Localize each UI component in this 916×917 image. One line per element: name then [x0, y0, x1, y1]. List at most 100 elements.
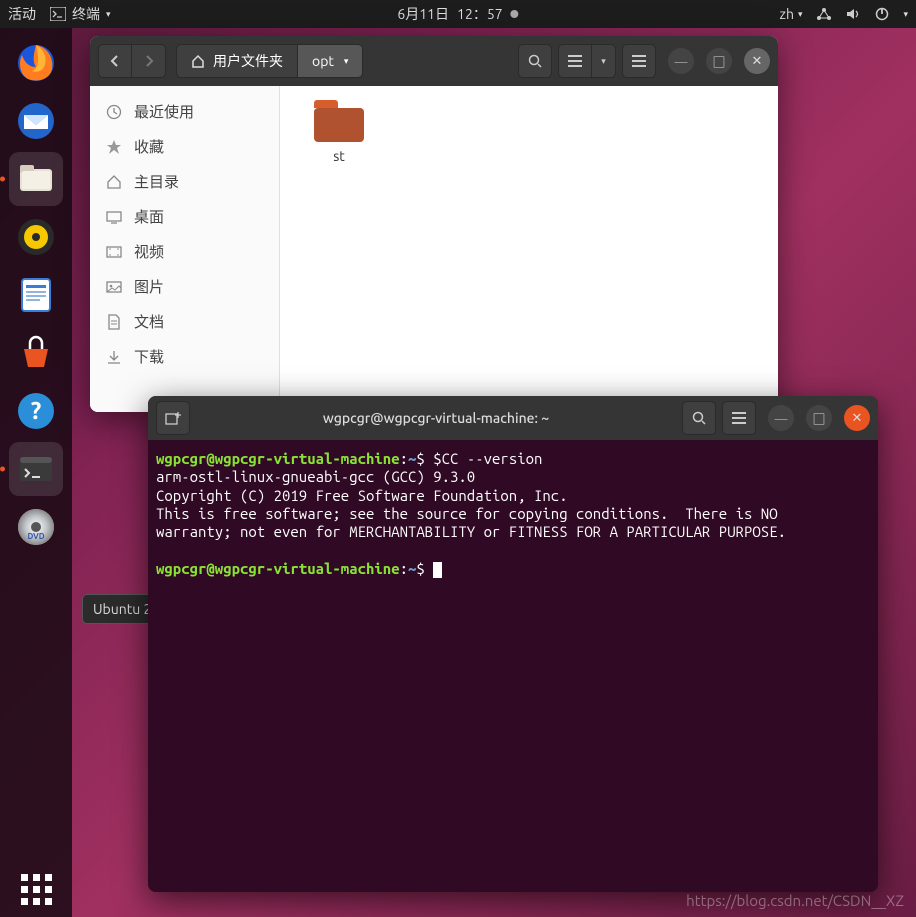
view-list-button[interactable]	[558, 44, 592, 78]
topbar-time[interactable]: 12：57	[457, 4, 503, 24]
files-headerbar: 用户文件夹 opt ▾ ▾ ─ □ ✕	[90, 36, 778, 86]
sidebar-starred[interactable]: 收藏	[90, 129, 279, 164]
prompt-user: wgpcgr@wgpcgr-virtual-machine	[156, 450, 400, 467]
search-icon	[528, 54, 542, 68]
sidebar-item-label: 最近使用	[134, 101, 194, 122]
terminal-minimize-button[interactable]: ─	[768, 405, 794, 431]
sidebar-recent[interactable]: 最近使用	[90, 94, 279, 129]
files-content-area[interactable]: st	[280, 86, 778, 412]
input-source[interactable]: zh ▾	[780, 6, 803, 22]
folder-icon	[314, 100, 364, 142]
dock-firefox[interactable]	[9, 36, 63, 90]
files-search-button[interactable]	[518, 44, 552, 78]
prompt-sym: $	[416, 450, 424, 467]
app-menu[interactable]: 终端 ▾	[50, 4, 111, 24]
dock: ? DVD	[0, 28, 72, 917]
power-icon[interactable]	[875, 7, 889, 21]
sidebar-item-label: 桌面	[134, 206, 164, 227]
sidebar-item-label: 视频	[134, 241, 164, 262]
app-menu-label: 终端	[72, 4, 100, 24]
chevron-down-icon: ▾	[106, 9, 111, 20]
download-icon	[106, 349, 122, 365]
dock-terminal[interactable]	[9, 442, 63, 496]
terminal-app-icon	[50, 7, 66, 21]
lang-label: zh	[780, 6, 794, 22]
dock-files[interactable]	[9, 152, 63, 206]
image-icon	[106, 279, 122, 295]
star-icon	[106, 139, 122, 155]
nav-forward-button[interactable]	[132, 44, 166, 78]
sidebar-downloads[interactable]: 下载	[90, 339, 279, 374]
dock-thunderbird[interactable]	[9, 94, 63, 148]
files-maximize-button[interactable]: □	[706, 48, 732, 74]
sidebar-item-label: 主目录	[134, 171, 179, 192]
terminal-search-button[interactable]	[682, 401, 716, 435]
chevron-right-icon	[143, 55, 155, 67]
terminal-headerbar: wgpcgr@wgpcgr-virtual-machine: ~ ─ □ ✕	[148, 396, 878, 440]
prompt-sym: $	[416, 560, 424, 577]
pathbar-home-label: 用户文件夹	[213, 51, 283, 71]
show-applications-button[interactable]	[0, 874, 72, 905]
terminal-close-button[interactable]: ✕	[844, 405, 870, 431]
activities-button[interactable]: 活动	[8, 4, 36, 24]
video-icon	[106, 244, 122, 260]
network-icon[interactable]	[816, 7, 832, 21]
cursor-icon	[433, 562, 442, 578]
document-icon	[106, 314, 122, 330]
sidebar-item-label: 文档	[134, 311, 164, 332]
prompt-sep: :	[400, 450, 408, 467]
terminal-body[interactable]: wgpcgr@wgpcgr-virtual-machine:~$ $CC --v…	[148, 440, 878, 892]
files-minimize-button[interactable]: ─	[668, 48, 694, 74]
svg-text:DVD: DVD	[27, 532, 44, 541]
view-dropdown-button[interactable]: ▾	[592, 44, 616, 78]
folder-label: st	[294, 148, 384, 164]
volume-icon[interactable]	[846, 7, 861, 21]
top-bar: 活动 终端 ▾ 6月11日 12：57 zh ▾ ▾	[0, 0, 916, 28]
sidebar-home[interactable]: 主目录	[90, 164, 279, 199]
watermark: https://blog.csdn.net/CSDN__XZ	[686, 892, 904, 909]
topbar-date[interactable]: 6月11日	[397, 4, 449, 24]
pathbar-current-label: opt	[312, 53, 334, 69]
notification-dot-icon	[511, 10, 519, 18]
terminal-maximize-button[interactable]: □	[806, 405, 832, 431]
folder-st[interactable]: st	[294, 100, 384, 164]
home-icon	[191, 54, 205, 68]
term-cmd: $CC --version	[425, 450, 543, 467]
sidebar-desktop[interactable]: 桌面	[90, 199, 279, 234]
terminal-title: wgpcgr@wgpcgr-virtual-machine: ~	[196, 410, 676, 426]
dock-rhythmbox[interactable]	[9, 210, 63, 264]
dock-disc[interactable]: DVD	[9, 500, 63, 554]
dock-software[interactable]	[9, 326, 63, 380]
hamburger-icon	[632, 55, 646, 67]
desktop-icon	[106, 209, 122, 225]
term-output: arm-ostl-linux-gnueabi-gcc (GCC) 9.3.0	[156, 468, 475, 485]
dock-help[interactable]: ?	[9, 384, 63, 438]
hamburger-icon	[732, 412, 746, 424]
chevron-down-icon[interactable]: ▾	[903, 9, 908, 20]
files-window: 用户文件夹 opt ▾ ▾ ─ □ ✕ 最近使用 收藏 主目录 桌面 视频 图片…	[90, 36, 778, 412]
prompt-sep: :	[400, 560, 408, 577]
chevron-down-icon: ▾	[344, 56, 349, 67]
chevron-left-icon	[109, 55, 121, 67]
home-icon	[106, 174, 122, 190]
pathbar-current[interactable]: opt ▾	[298, 44, 363, 78]
nav-back-button[interactable]	[98, 44, 132, 78]
pathbar-home[interactable]: 用户文件夹	[176, 44, 298, 78]
search-icon	[692, 411, 706, 425]
sidebar-documents[interactable]: 文档	[90, 304, 279, 339]
files-menu-button[interactable]	[622, 44, 656, 78]
sidebar-item-label: 下载	[134, 346, 164, 367]
term-output: warranty; not even for MERCHANTABILITY o…	[156, 523, 786, 540]
term-output: Copyright (C) 2019 Free Software Foundat…	[156, 487, 568, 504]
chevron-down-icon: ▾	[798, 9, 803, 20]
new-tab-button[interactable]	[156, 401, 190, 435]
sidebar-pictures[interactable]: 图片	[90, 269, 279, 304]
clock-icon	[106, 104, 122, 120]
dock-writer[interactable]	[9, 268, 63, 322]
sidebar-item-label: 图片	[134, 276, 164, 297]
files-close-button[interactable]: ✕	[744, 48, 770, 74]
terminal-menu-button[interactable]	[722, 401, 756, 435]
term-output: This is free software; see the source fo…	[156, 505, 778, 522]
sidebar-videos[interactable]: 视频	[90, 234, 279, 269]
chevron-down-icon: ▾	[601, 56, 606, 67]
